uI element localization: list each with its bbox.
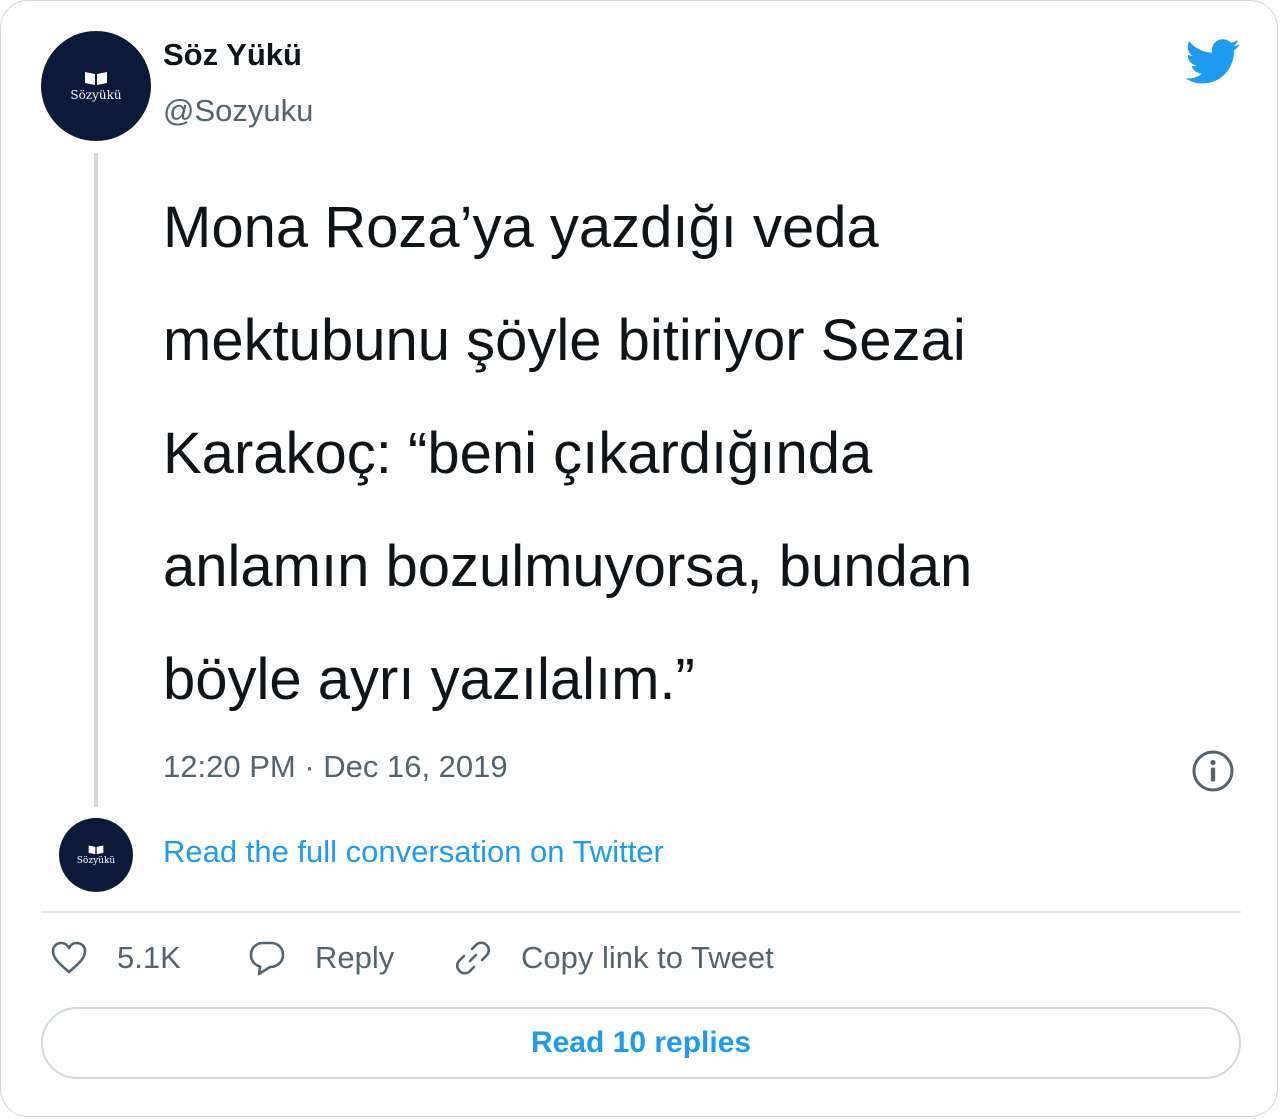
book-icon <box>85 72 107 85</box>
conversation-avatar: Sözyükü <box>59 818 133 892</box>
tweet-text-line: Mona Roza’ya yazdığı veda <box>163 195 879 260</box>
like-button[interactable]: 5.1K <box>49 933 181 983</box>
tweet-embed-card: Sözyükü Söz Yükü @Sozyuku Mona Roza’ya y… <box>0 0 1278 1117</box>
avatar-brand-text: Sözyükü <box>76 856 116 866</box>
divider <box>41 911 1241 913</box>
read-full-conversation-link[interactable]: Read the full conversation on Twitter <box>163 834 664 870</box>
author-handle[interactable]: @Sozyuku <box>163 93 313 129</box>
copy-link-label: Copy link to Tweet <box>521 940 774 975</box>
tweet-timestamp[interactable]: 12:20 PM · Dec 16, 2019 <box>163 749 508 785</box>
read-replies-button[interactable]: Read 10 replies <box>41 1007 1241 1079</box>
thread-line <box>94 153 98 807</box>
link-icon <box>455 941 491 975</box>
speech-bubble-icon <box>249 941 285 976</box>
tweet-text-line: böyle ayrı yazılalım.” <box>163 647 695 712</box>
read-replies-label: Read 10 replies <box>530 1026 752 1059</box>
book-icon <box>88 845 104 855</box>
like-count: 5.1K <box>117 940 181 975</box>
avatar-brand-text: Sözyükü <box>70 88 122 102</box>
twitter-bird-icon[interactable] <box>1185 39 1241 85</box>
reply-button[interactable]: Reply <box>247 933 394 983</box>
tweet-text-line: mektubunu şöyle bitiriyor Sezai <box>163 308 966 373</box>
reply-label: Reply <box>315 940 395 975</box>
heart-icon <box>51 941 87 974</box>
tweet-text-line: anlamın bozulmuyorsa, bundan <box>163 534 973 599</box>
info-icon[interactable] <box>1191 749 1235 793</box>
tweet-text: Mona Roza’ya yazdığı veda mektubunu şöyl… <box>163 171 1223 736</box>
tweet-text-line: Karakoç: “beni çıkardığında <box>163 421 873 486</box>
author-name[interactable]: Söz Yükü <box>163 37 302 73</box>
copy-link-button[interactable]: Copy link to Tweet <box>453 933 774 983</box>
author-avatar[interactable]: Sözyükü <box>41 31 151 141</box>
